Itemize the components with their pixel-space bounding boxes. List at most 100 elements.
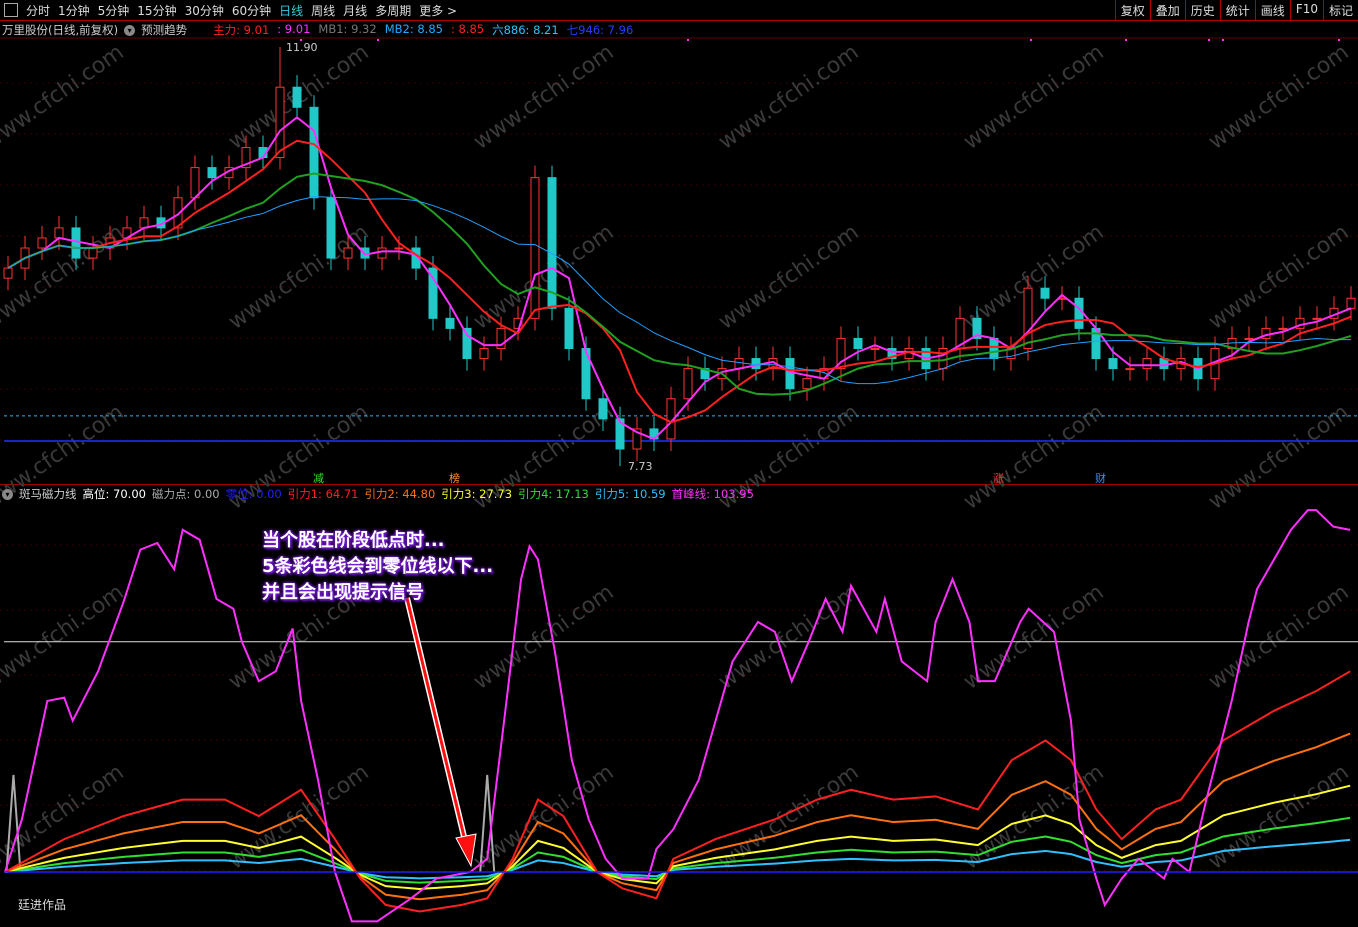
legend-item: : 8.85 [450, 22, 485, 36]
watermark: www.cfchi.com [0, 40, 129, 155]
candle [445, 317, 455, 329]
legend-item: 磁力点: 0.00 [151, 487, 220, 501]
candle [326, 197, 336, 259]
watermark: www.cfchi.com [0, 580, 129, 695]
signal-marker: 减 [313, 472, 324, 485]
watermark: www.cfchi.com [714, 220, 863, 335]
candle [853, 337, 863, 350]
watermark: www.cfchi.com [224, 760, 373, 875]
watermark: www.cfchi.com [1204, 760, 1353, 875]
signal-dot [1125, 39, 1127, 41]
candle [275, 86, 285, 159]
legend-item: 高位: 70.00 [82, 487, 146, 501]
candle [360, 247, 370, 259]
signal-marker: 涨 [993, 472, 1004, 485]
watermark: www.cfchi.com [959, 40, 1108, 155]
candle [802, 378, 812, 390]
signal-dot [1222, 39, 1224, 41]
gravity-line [4, 816, 1351, 884]
candle [3, 267, 13, 279]
high-price-label: 11.90 [286, 41, 318, 54]
indicator-line [4, 670, 1351, 913]
candle [190, 167, 200, 199]
candle [309, 106, 319, 199]
signal-dot [687, 39, 689, 41]
candle [785, 358, 795, 390]
legend-item: 引力4: 17.13 [518, 487, 589, 501]
forecast-toggle-icon[interactable]: ▾ [124, 24, 136, 36]
legend-item: 零位: 0.00 [225, 487, 282, 501]
candle [1074, 297, 1084, 329]
candle [37, 237, 47, 249]
candle [1278, 327, 1288, 330]
candle [1142, 358, 1152, 370]
candle [989, 337, 999, 360]
legend-item: MB2: 8.85 [384, 22, 443, 36]
candle [1040, 287, 1050, 299]
legend-item: 首峰线: 103.95 [671, 487, 754, 501]
candle [598, 398, 608, 420]
candle [683, 368, 693, 400]
indicator-toggle-icon[interactable]: ▾ [2, 488, 13, 500]
watermark: www.cfchi.com [959, 580, 1108, 695]
candle [88, 247, 98, 259]
candle [479, 348, 489, 360]
legend-item: MB1: 9.32 [318, 22, 377, 36]
signal-marker: 财 [1095, 471, 1106, 485]
main-legend: 万里股份(日线,前复权) ▾ 预测趋势 主力: 9.01 : 9.01 MB1: 9… [2, 22, 633, 38]
signal-marker: 榜 [449, 471, 460, 485]
moving-average-line [7, 116, 1352, 441]
watermark: www.cfchi.com [469, 40, 618, 155]
watermark: www.cfchi.com [714, 580, 863, 695]
gravity-line [4, 784, 1351, 890]
chart-canvas[interactable]: www.cfchi.com www.cfchi.com www.cfchi.com w… [0, 0, 1358, 927]
annotation-text: 当个股在阶段低点时... 5条彩色线会到零位线以下... 并且会出现提示信号 [262, 528, 493, 606]
legend-item: 主力: 9.01 [213, 23, 270, 37]
annotation-line: 5条彩色线会到零位线以下... [262, 556, 494, 577]
signal-dot [1208, 39, 1210, 41]
candle [292, 86, 302, 108]
watermark: www.cfchi.com [1204, 40, 1353, 155]
watermark: www.cfchi.com [714, 40, 863, 155]
candle [462, 327, 472, 360]
annotation-arrow [405, 597, 468, 846]
signal-dot [1338, 39, 1340, 41]
indicator-title[interactable]: 斑马磁力线 [19, 486, 77, 502]
watermark: www.cfchi.com [1204, 400, 1353, 515]
forecast-label[interactable]: 预测趋势 [141, 22, 187, 38]
candle [1125, 368, 1135, 371]
legend-item: : 9.01 [277, 22, 311, 36]
candle [1023, 287, 1033, 350]
legend-item: 引力2: 44.80 [364, 487, 436, 501]
candle [1312, 317, 1322, 320]
signal-dot [1030, 39, 1032, 41]
candle [530, 177, 540, 319]
candle [54, 227, 64, 239]
legend-item: 六886: 8.21 [492, 23, 559, 37]
indicator-legend: ▾ 斑马磁力线 高位: 70.00 磁力点: 0.00 零位: 0.00 引力1: 6… [2, 486, 754, 502]
candle [870, 348, 880, 350]
candle [547, 177, 557, 309]
candle [394, 247, 404, 250]
candle [1346, 297, 1356, 309]
legend-item: 七946: 7.96 [566, 23, 634, 37]
candle [1244, 337, 1254, 340]
signal-dot [300, 39, 302, 41]
candle [71, 227, 81, 259]
legend-item: 引力1: 64.71 [287, 487, 359, 501]
candle [343, 247, 353, 259]
watermark: www.cfchi.com [959, 400, 1108, 515]
legend-item: 引力5: 10.59 [594, 487, 666, 501]
annotation-line: 当个股在阶段低点时... [262, 530, 445, 551]
legend-item: 引力3: 27.73 [441, 487, 513, 501]
candle [564, 307, 574, 349]
footer-credit: 廷进作品 [18, 898, 67, 912]
signal-dot [377, 39, 379, 41]
candle [377, 247, 387, 259]
candle [207, 167, 217, 179]
stock-title: 万里股份(日线,前复权) [2, 23, 119, 37]
watermark: www.cfchi.com [0, 220, 129, 335]
candle [1108, 358, 1118, 370]
low-price-label: 7.73 [628, 460, 653, 473]
candle [751, 358, 761, 370]
